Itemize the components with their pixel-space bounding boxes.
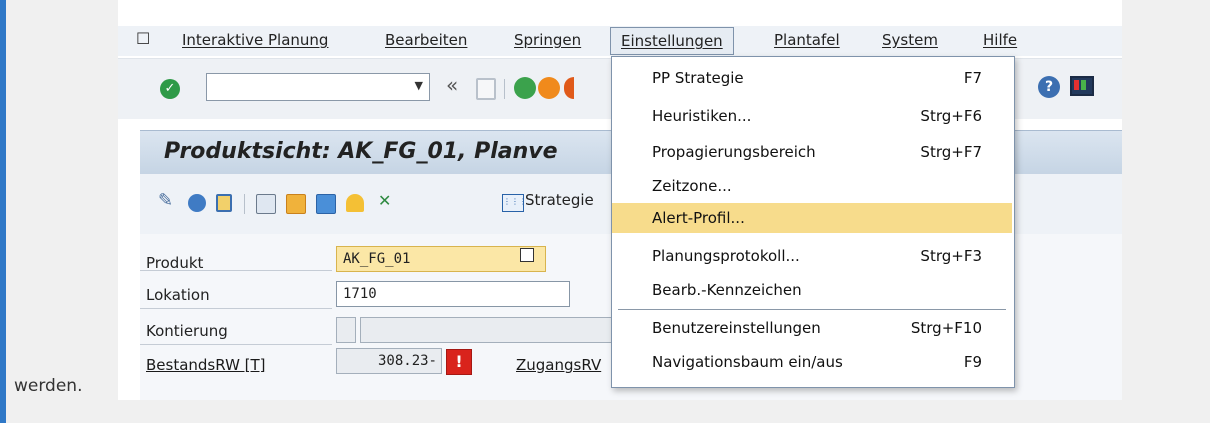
menuitem-label: Planungsprotokoll...	[652, 247, 800, 265]
label-zugangsrw-link[interactable]: ZugangsRV	[516, 356, 601, 374]
sap-window: ☐ Interaktive Planung Bearbeiten Springe…	[118, 0, 1122, 400]
back-icon[interactable]: «	[446, 73, 458, 97]
menuitem-shortcut: Strg+F3	[920, 247, 982, 265]
app-toolbar-separator	[244, 194, 245, 214]
copy-icon[interactable]	[520, 248, 534, 262]
menuitem-zeitzone[interactable]: Zeitzone...	[612, 171, 1012, 201]
label-kontierung: Kontierung	[146, 322, 228, 340]
save-icon[interactable]	[476, 78, 496, 100]
menuitem-shortcut: Strg+F6	[920, 107, 982, 125]
menu-bar: ☐ Interaktive Planung Bearbeiten Springe…	[118, 26, 1122, 56]
menuitem-label: Heuristiken...	[652, 107, 752, 125]
strategy-icon[interactable]: ⋮⋮⋮	[502, 194, 527, 212]
back-green-icon[interactable]	[514, 77, 536, 99]
cancel-red-icon[interactable]	[564, 77, 574, 99]
page-title: Produktsicht: AK_FG_01, Planve	[164, 139, 558, 164]
document-text-werden: werden.	[14, 376, 83, 396]
strategy-button-label[interactable]: Strategie	[525, 191, 594, 209]
command-field[interactable]: ▼	[206, 73, 430, 101]
dropdown-arrow-icon[interactable]: ▼	[415, 79, 423, 92]
menu-separator	[618, 309, 1006, 310]
exit-orange-icon[interactable]	[538, 77, 560, 99]
menuitem-label: Alert-Profil...	[652, 209, 745, 227]
menuitem-pp-strategie[interactable]: PP Strategie F7	[612, 63, 1012, 93]
einstellungen-dropdown-menu: PP Strategie F7 Heuristiken... Strg+F6 P…	[611, 56, 1015, 388]
menuitem-label: Bearb.-Kennzeichen	[652, 281, 802, 299]
menuitem-bearb-kennzeichen[interactable]: Bearb.-Kennzeichen	[612, 275, 1012, 305]
menuitem-label: Benutzereinstellungen	[652, 319, 821, 337]
menuitem-shortcut: F9	[963, 353, 982, 371]
menuitem-alert-profil[interactable]: Alert-Profil...	[612, 203, 1012, 233]
layout-monitor-icon[interactable]	[1070, 76, 1094, 96]
label-produkt: Produkt	[146, 254, 204, 272]
menu-toggle-icon[interactable]: ☐	[136, 29, 150, 48]
refresh-icon[interactable]	[188, 194, 206, 212]
tools-icon[interactable]: ✕	[378, 191, 396, 210]
menuitem-propagierungsbereich[interactable]: Propagierungsbereich Strg+F7	[612, 137, 1012, 167]
menuitem-label: PP Strategie	[652, 69, 744, 87]
menuitem-label: Propagierungsbereich	[652, 143, 816, 161]
menuitem-shortcut: Strg+F10	[910, 319, 982, 337]
menu-plantafel[interactable]: Plantafel	[774, 26, 840, 54]
menu-system[interactable]: System	[882, 26, 938, 54]
document-left-rule	[0, 0, 6, 423]
hierarchy-icon[interactable]	[216, 194, 232, 212]
menu-springen[interactable]: Springen	[514, 26, 581, 54]
menuitem-heuristiken[interactable]: Heuristiken... Strg+F6	[612, 101, 1012, 131]
menu-bearbeiten[interactable]: Bearbeiten	[385, 26, 467, 54]
menuitem-label: Zeitzone...	[652, 177, 732, 195]
menuitem-planungsprotokoll[interactable]: Planungsprotokoll... Strg+F3	[612, 241, 1012, 271]
details-icon[interactable]	[256, 194, 276, 214]
menuitem-shortcut: F7	[963, 69, 982, 87]
toolbar-separator	[504, 79, 505, 99]
menu-interaktive-planung[interactable]: Interaktive Planung	[182, 26, 328, 54]
pencil-icon[interactable]: ✎	[158, 190, 176, 211]
lokation-field[interactable]: 1710	[336, 281, 570, 307]
menuitem-navigationsbaum[interactable]: Navigationsbaum ein/aus F9	[612, 347, 1012, 377]
label-bestandsrw-link[interactable]: BestandsRW [T]	[146, 356, 266, 374]
label-lokation: Lokation	[146, 286, 210, 304]
menuitem-label: Navigationsbaum ein/aus	[652, 353, 843, 371]
bestandsrw-field: 308.23-	[336, 348, 442, 374]
menuitem-shortcut: Strg+F7	[920, 143, 982, 161]
ok-check-icon[interactable]: ✓	[160, 79, 180, 99]
kontierung-type-field[interactable]	[336, 317, 356, 343]
help-icon[interactable]: ?	[1038, 76, 1060, 98]
heuristic-icon[interactable]	[286, 194, 306, 214]
kontierung-field[interactable]	[360, 317, 620, 343]
calendar-icon[interactable]	[316, 194, 336, 214]
warning-exclamation-icon[interactable]: !	[446, 349, 472, 375]
produkt-field[interactable]: AK_FG_01	[336, 246, 546, 272]
alert-bell-icon[interactable]	[346, 194, 364, 212]
menuitem-benutzereinstellungen[interactable]: Benutzereinstellungen Strg+F10	[612, 313, 1012, 343]
menu-einstellungen[interactable]: Einstellungen	[610, 27, 734, 55]
menu-hilfe[interactable]: Hilfe	[983, 26, 1017, 54]
